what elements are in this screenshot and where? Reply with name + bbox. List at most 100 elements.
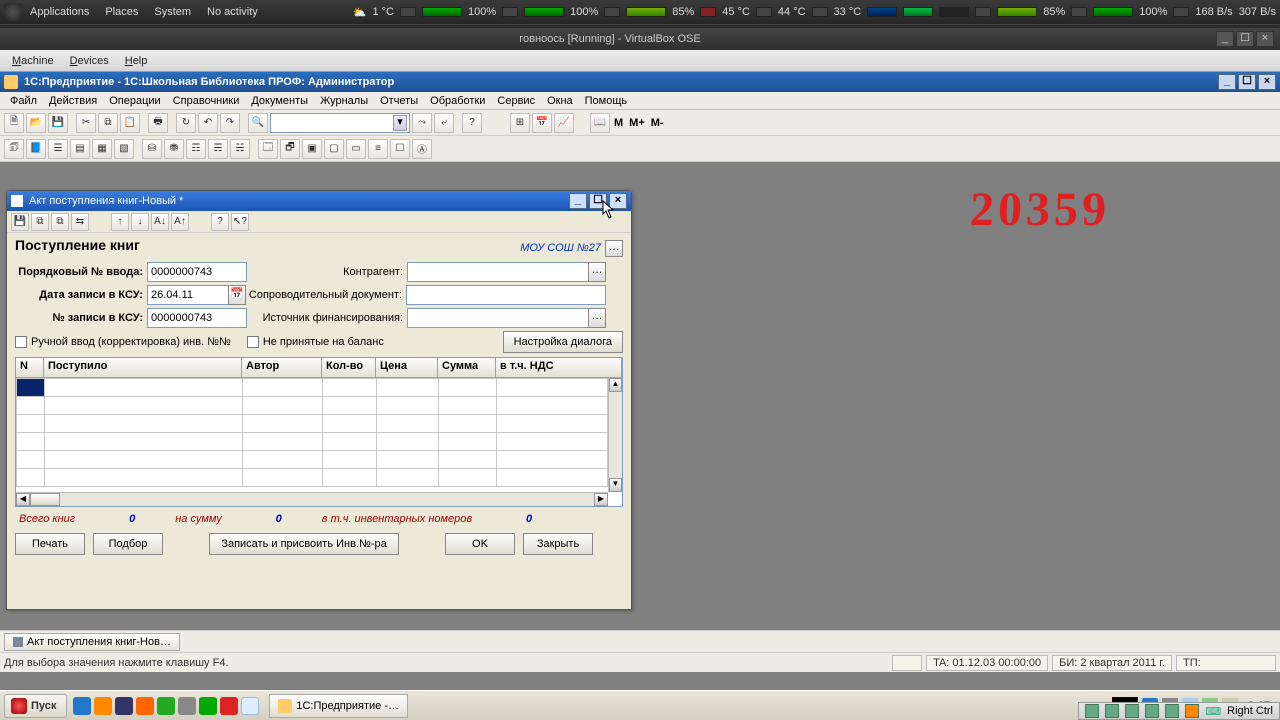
start-button[interactable]: Пуск xyxy=(4,694,67,718)
input-doc[interactable] xyxy=(406,285,606,305)
menu-docs[interactable]: Документы xyxy=(245,95,314,107)
col-price[interactable]: Цена xyxy=(376,358,438,377)
tool-find-icon[interactable]: 🔍 xyxy=(248,113,268,133)
ct-icon[interactable]: ⧉ xyxy=(51,213,69,231)
child-maximize-button[interactable]: ☐ xyxy=(589,193,607,209)
tb2-icon[interactable]: ☴ xyxy=(208,139,228,159)
tb2-icon[interactable]: 🗔 xyxy=(258,139,278,159)
table-row[interactable] xyxy=(17,415,608,433)
tool-cut-icon[interactable]: ✂ xyxy=(76,113,96,133)
scroll-left-icon[interactable]: ◀ xyxy=(16,493,30,506)
tb2-icon[interactable]: ▭ xyxy=(346,139,366,159)
tool-new-icon[interactable]: 🗎 xyxy=(4,113,24,133)
utorrent-icon[interactable] xyxy=(199,697,217,715)
app-icon[interactable] xyxy=(241,697,259,715)
table-row[interactable] xyxy=(17,433,608,451)
vbox-menu-help[interactable]: Help xyxy=(117,55,156,67)
col-author[interactable]: Автор xyxy=(242,358,322,377)
tb2-icon[interactable]: ▧ xyxy=(114,139,134,159)
org-select-button[interactable]: … xyxy=(605,240,623,257)
tool-undo-icon[interactable]: ↶ xyxy=(198,113,218,133)
menu-service[interactable]: Сервис xyxy=(491,95,541,107)
menu-windows[interactable]: Окна xyxy=(541,95,579,107)
items-grid[interactable]: N Поступило Автор Кол-во Цена Сумма в т.… xyxy=(15,357,623,507)
grid-body[interactable] xyxy=(16,378,608,492)
col-n[interactable]: N xyxy=(16,358,44,377)
ct-help-icon[interactable]: ? xyxy=(211,213,229,231)
child-close-button[interactable]: × xyxy=(609,193,627,209)
contractor-pick-button[interactable]: … xyxy=(588,262,606,282)
vbox-menu-devices[interactable]: Devices xyxy=(62,55,117,67)
tool-graph-icon[interactable]: 📈 xyxy=(554,113,574,133)
input-recno[interactable]: 0000000743 xyxy=(147,308,247,328)
input-src[interactable] xyxy=(407,308,589,328)
assign-inv-button[interactable]: Записать и присвоить Инв.№-ра xyxy=(209,533,399,555)
input-seqno[interactable]: 0000000743 xyxy=(147,262,247,282)
scroll-up-icon[interactable]: ▲ xyxy=(609,378,622,392)
checkbox-rejected[interactable] xyxy=(247,336,259,348)
input-date[interactable]: 26.04.11 xyxy=(147,285,229,305)
grid-hscroll[interactable]: ◀ ▶ xyxy=(16,492,608,506)
onec-maximize-button[interactable]: ☐ xyxy=(1238,74,1256,90)
tool-copy-icon[interactable]: ⧉ xyxy=(98,113,118,133)
child-titlebar[interactable]: Акт поступления книг-Новый * _ ☐ × xyxy=(7,191,631,211)
tb2-icon[interactable]: ≡ xyxy=(368,139,388,159)
input-contractor[interactable] xyxy=(407,262,589,282)
vbox-menu-machine[interactable]: Machine xyxy=(4,55,62,67)
dialog-settings-button[interactable]: Настройка диалога xyxy=(503,331,623,353)
scroll-thumb[interactable] xyxy=(30,493,60,506)
scroll-right-icon[interactable]: ▶ xyxy=(594,493,608,506)
app-icon[interactable] xyxy=(178,697,196,715)
onec-close-button[interactable]: × xyxy=(1258,74,1276,90)
tb2-icon[interactable]: 🗗 xyxy=(280,139,300,159)
tool-findnext-icon[interactable]: ⤳ xyxy=(412,113,432,133)
tb2-icon[interactable]: 🗊 xyxy=(4,139,24,159)
m-minus-button[interactable]: M- xyxy=(649,117,666,129)
tb2-icon[interactable]: ▤ xyxy=(70,139,90,159)
gnome-system[interactable]: System xyxy=(146,6,199,18)
col-received[interactable]: Поступило xyxy=(44,358,242,377)
gnome-applications[interactable]: Applications xyxy=(22,6,97,18)
onec-minimize-button[interactable]: _ xyxy=(1218,74,1236,90)
menu-refs[interactable]: Справочники xyxy=(167,95,246,107)
ok-button[interactable]: OK xyxy=(445,533,515,555)
gnome-foot-icon[interactable] xyxy=(4,3,22,21)
tb2-icon[interactable]: ☰ xyxy=(48,139,68,159)
menu-help[interactable]: Помощь xyxy=(579,95,634,107)
tool-paste-icon[interactable]: 📋 xyxy=(120,113,140,133)
tool-refresh-icon[interactable]: ↻ xyxy=(176,113,196,133)
ct-down-icon[interactable]: ↓ xyxy=(131,213,149,231)
chevron-down-icon[interactable]: ▾ xyxy=(393,115,407,131)
table-row[interactable] xyxy=(17,379,608,397)
tool-help-icon[interactable]: ? xyxy=(462,113,482,133)
tool-redo-icon[interactable]: ↷ xyxy=(220,113,240,133)
explorer-icon[interactable] xyxy=(94,697,112,715)
opera-icon[interactable] xyxy=(220,697,238,715)
tool-calc-icon[interactable]: ⊞ xyxy=(510,113,530,133)
table-row[interactable] xyxy=(17,469,608,487)
ct-whatsthis-icon[interactable]: ↖? xyxy=(231,213,249,231)
tb2-icon[interactable]: ☐ xyxy=(390,139,410,159)
floppy-icon[interactable] xyxy=(115,697,133,715)
vbox-maximize-button[interactable]: ☐ xyxy=(1236,31,1254,47)
tb2-icon[interactable]: ☵ xyxy=(230,139,250,159)
tb2-icon[interactable]: 📘 xyxy=(26,139,46,159)
src-pick-button[interactable]: … xyxy=(588,308,606,328)
tb2-icon[interactable]: ⛁ xyxy=(142,139,162,159)
checkbox-manual[interactable] xyxy=(15,336,27,348)
menu-processing[interactable]: Обработки xyxy=(424,95,491,107)
tb2-icon[interactable]: ☶ xyxy=(186,139,206,159)
ct-icon[interactable]: ⇆ xyxy=(71,213,89,231)
tb2-icon[interactable]: ▣ xyxy=(302,139,322,159)
col-vat[interactable]: в т.ч. НДС xyxy=(496,358,622,377)
tool-find-combo[interactable]: ▾ xyxy=(270,113,410,133)
tool-save-icon[interactable]: 💾 xyxy=(48,113,68,133)
tool-open-icon[interactable]: 📂 xyxy=(26,113,46,133)
tool-book-icon[interactable]: 📖 xyxy=(590,113,610,133)
tool-print-icon[interactable]: 🖶 xyxy=(148,113,168,133)
tb2-icon[interactable]: ▢ xyxy=(324,139,344,159)
ct-sort-desc-icon[interactable]: A↑ xyxy=(171,213,189,231)
scroll-down-icon[interactable]: ▼ xyxy=(609,478,622,492)
menu-actions[interactable]: Действия xyxy=(43,95,103,107)
vbox-close-button[interactable]: × xyxy=(1256,31,1274,47)
